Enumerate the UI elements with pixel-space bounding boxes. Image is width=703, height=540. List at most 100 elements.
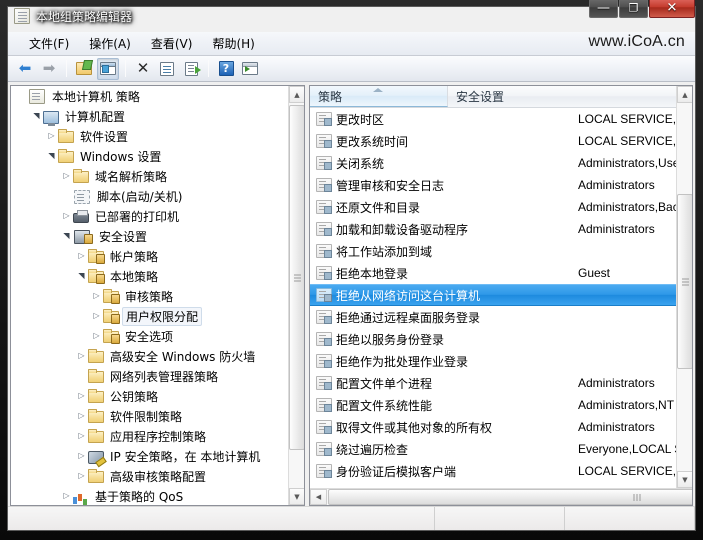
maximize-button[interactable]: ❐: [619, 0, 648, 18]
tree-node[interactable]: ▷ 审核策略: [11, 286, 289, 306]
expand-arrow-icon[interactable]: ▷: [45, 132, 58, 140]
list-scroll-up-button[interactable]: ▲: [677, 86, 692, 103]
expand-arrow-icon[interactable]: ▷: [75, 452, 88, 460]
table-row[interactable]: 拒绝作为批处理作业登录: [310, 350, 692, 372]
chart-icon: [73, 491, 89, 504]
table-row[interactable]: 拒绝通过远程桌面服务登录: [310, 306, 692, 328]
tree-scroll-up-button[interactable]: ▲: [289, 86, 304, 103]
expand-arrow-icon[interactable]: ▷: [60, 172, 73, 180]
tree-node[interactable]: ▷ 用户权限分配: [11, 306, 289, 326]
table-row[interactable]: 拒绝以服务身份登录: [310, 328, 692, 350]
expand-arrow-icon[interactable]: ▷: [75, 352, 88, 360]
table-row[interactable]: 加载和卸载设备驱动程序 Administrators: [310, 218, 692, 240]
list-vertical-scrollbar[interactable]: ▲ ▼: [676, 86, 692, 505]
forward-button[interactable]: ➡: [38, 58, 60, 80]
tree-scroll-thumb[interactable]: [289, 105, 304, 450]
collapse-arrow-icon[interactable]: ◢: [47, 150, 56, 163]
show-hide-tree-button[interactable]: [97, 57, 119, 80]
tree-node[interactable]: ▷ 软件限制策略: [11, 406, 289, 426]
list-scroll-left-button[interactable]: ◀: [310, 489, 327, 505]
table-row[interactable]: 更改系统时间 LOCAL SERVICE,Admini.: [310, 130, 692, 152]
tree-node[interactable]: 脚本(启动/关机): [11, 186, 289, 206]
tree-node[interactable]: ◢ Windows 设置: [11, 146, 289, 166]
cell-security-setting: Everyone,LOCAL SERVIC: [578, 442, 692, 456]
table-row[interactable]: 身份验证后模拟客户端 LOCAL SERVICE,NETWO: [310, 460, 692, 482]
menu-file[interactable]: 文件(F): [20, 33, 78, 54]
policy-setting-icon: [316, 200, 332, 214]
list-hscroll-thumb[interactable]: [328, 489, 692, 505]
table-row[interactable]: 取得文件或其他对象的所有权 Administrators: [310, 416, 692, 438]
list-scroll-down-button[interactable]: ▼: [677, 471, 692, 488]
expand-arrow-icon[interactable]: ▷: [75, 412, 88, 420]
tree-node-label: 软件设置: [80, 129, 129, 144]
window-title: 本地组策略编辑器: [36, 9, 133, 24]
tree-node[interactable]: 本地计算机 策略: [11, 86, 289, 106]
column-header-policy[interactable]: 策略: [310, 86, 448, 107]
list-scroll-thumb[interactable]: [677, 194, 692, 369]
collapse-arrow-icon[interactable]: ◢: [62, 230, 71, 243]
tree-node[interactable]: ▷ 基于策略的 QoS: [11, 486, 289, 505]
list-rows: 更改时区 LOCAL SERVICE,Admini. 更改系统时间 LOCAL SER…: [310, 108, 692, 484]
cell-policy: 拒绝从网络访问这台计算机: [336, 288, 481, 303]
tree-node[interactable]: ▷ 高级安全 Windows 防火墙: [11, 346, 289, 366]
expand-arrow-icon[interactable]: ▷: [75, 252, 88, 260]
close-button[interactable]: ✕: [649, 0, 695, 18]
tree-node[interactable]: ◢ 本地策略: [11, 266, 289, 286]
back-button[interactable]: ⬅: [14, 58, 36, 80]
tree-node[interactable]: ▷ 帐户策略: [11, 246, 289, 266]
expand-arrow-icon[interactable]: ▷: [90, 312, 103, 320]
delete-button[interactable]: ✕: [132, 58, 154, 80]
properties-button[interactable]: [156, 58, 178, 80]
table-row[interactable]: 关闭系统 Administrators,Users,Ba.: [310, 152, 692, 174]
table-row[interactable]: 拒绝从网络访问这台计算机: [310, 284, 692, 306]
expand-arrow-icon[interactable]: ▷: [75, 432, 88, 440]
site-watermark: www.iCoA.cn: [588, 33, 685, 50]
view-button[interactable]: [239, 58, 261, 80]
menu-action[interactable]: 操作(A): [80, 33, 140, 54]
list-horizontal-scrollbar[interactable]: ◀ ▶: [310, 488, 692, 505]
delete-icon: ✕: [136, 59, 150, 77]
expand-arrow-icon[interactable]: ▷: [75, 392, 88, 400]
minimize-button[interactable]: —: [589, 0, 618, 18]
expand-arrow-icon[interactable]: ▷: [60, 492, 73, 500]
tree-node[interactable]: ▷ 已部署的打印机: [11, 206, 289, 226]
tree-node-label: 软件限制策略: [110, 409, 183, 424]
tree-scroll-grip: [294, 277, 301, 278]
table-row[interactable]: 将工作站添加到域: [310, 240, 692, 262]
cell-security-setting: LOCAL SERVICE,NETWO: [578, 464, 692, 478]
table-row[interactable]: 配置文件单个进程 Administrators: [310, 372, 692, 394]
tree-node-label: 高级安全 Windows 防火墙: [110, 349, 256, 364]
collapse-arrow-icon[interactable]: ◢: [77, 270, 86, 283]
tree-node[interactable]: ▷ 软件设置: [11, 126, 289, 146]
tree-node[interactable]: 网络列表管理器策略: [11, 366, 289, 386]
expand-arrow-icon[interactable]: ▷: [90, 332, 103, 340]
table-row[interactable]: 配置文件系统性能 Administrators,NT SERVI: [310, 394, 692, 416]
expand-arrow-icon[interactable]: ▷: [60, 212, 73, 220]
table-row[interactable]: 更改时区 LOCAL SERVICE,Admini.: [310, 108, 692, 130]
menu-help[interactable]: 帮助(H): [203, 33, 263, 54]
table-row[interactable]: 管理审核和安全日志 Administrators: [310, 174, 692, 196]
tree-node[interactable]: ▷ 高级审核策略配置: [11, 466, 289, 486]
table-row[interactable]: 生成安全审核LOCAL SERVICE,NETWO: [310, 482, 692, 484]
expand-arrow-icon[interactable]: ▷: [90, 292, 103, 300]
tree-node-label: 本地策略: [110, 269, 159, 284]
tree-node[interactable]: ◢ 计算机配置: [11, 106, 289, 126]
table-row[interactable]: 绕过遍历检查 Everyone,LOCAL SERVIC: [310, 438, 692, 460]
tree-vertical-scrollbar[interactable]: ▲ ▼: [288, 86, 304, 505]
table-row[interactable]: 拒绝本地登录 Guest: [310, 262, 692, 284]
tree-node[interactable]: ▷ 安全选项: [11, 326, 289, 346]
tree-node[interactable]: ◢ 安全设置: [11, 226, 289, 246]
tree-node[interactable]: ▷ IP 安全策略，在 本地计算机: [11, 446, 289, 466]
expand-arrow-icon[interactable]: ▷: [75, 472, 88, 480]
tree-node[interactable]: ▷ 公钥策略: [11, 386, 289, 406]
export-list-button[interactable]: [180, 58, 202, 80]
table-row[interactable]: 还原文件和目录 Administrators,Backup ..: [310, 196, 692, 218]
help-button[interactable]: ?: [215, 58, 237, 80]
tree-node[interactable]: ▷ 应用程序控制策略: [11, 426, 289, 446]
column-header-security-setting[interactable]: 安全设置: [448, 86, 692, 107]
tree-node[interactable]: ▷ 域名解析策略: [11, 166, 289, 186]
menu-view[interactable]: 查看(V): [142, 33, 202, 54]
tree-scroll-down-button[interactable]: ▼: [289, 488, 304, 505]
up-one-level-button[interactable]: [73, 58, 95, 80]
collapse-arrow-icon[interactable]: ◢: [32, 110, 41, 123]
